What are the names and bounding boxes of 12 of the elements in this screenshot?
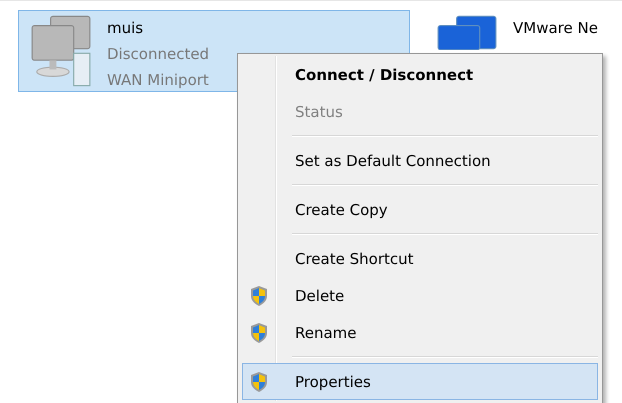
connection-name: muis [107,18,144,39]
connection-status: Disconnected [107,44,210,65]
connection-device: WAN Miniport [107,70,210,91]
connection-name: VMware Ne [513,18,598,39]
menu-item[interactable]: Create Shortcut [242,240,598,277]
menu-item[interactable]: Rename [242,314,598,351]
computers-icon [31,15,91,87]
menu-item[interactable]: Set as Default Connection [242,142,598,179]
menu-item[interactable]: Create Copy [242,191,598,228]
computers-icon [437,15,497,50]
menu-item[interactable]: Delete [242,277,598,314]
menu-item[interactable]: Properties [242,363,598,400]
